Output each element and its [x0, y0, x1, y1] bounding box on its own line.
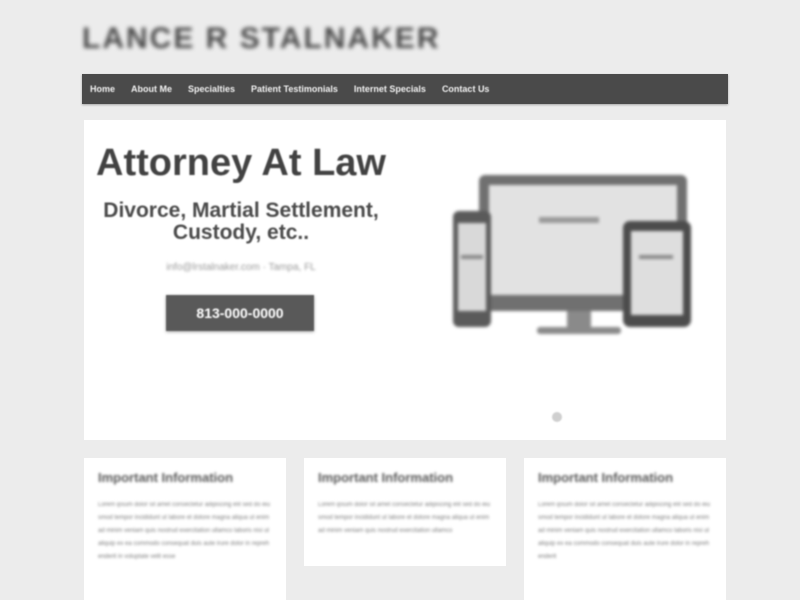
- info-card-1: Important Information Lorem ipsum dolor …: [84, 458, 286, 600]
- phone-screen-bar: [461, 255, 483, 259]
- hero-title: Attorney At Law: [96, 142, 386, 184]
- phone-screen: [458, 223, 486, 311]
- info-card-3: Important Information Lorem ipsum dolor …: [524, 458, 726, 600]
- site-logo[interactable]: LANCE R STALNAKER: [82, 18, 438, 60]
- main-nav: Home About Me Specialties Patient Testim…: [82, 74, 728, 104]
- nav-item-internet-specials[interactable]: Internet Specials: [346, 74, 434, 104]
- tablet-screen-bar: [639, 255, 673, 259]
- phone-button[interactable]: 813-000-0000: [166, 295, 314, 331]
- card-body: Lorem ipsum dolor sit amet consectetur a…: [538, 502, 711, 560]
- slider-dot-icon[interactable]: [552, 412, 562, 422]
- hero-contact-line: info@lrstalnaker.com · Tampa, FL: [166, 262, 316, 273]
- monitor-screen-bar: [539, 217, 599, 223]
- tablet-screen: [631, 231, 683, 315]
- card-body: Lorem ipsum dolor sit amet consectetur a…: [318, 502, 491, 534]
- monitor-neck: [567, 311, 591, 329]
- nav-item-home[interactable]: Home: [82, 74, 123, 104]
- nav-item-patient-testimonials[interactable]: Patient Testimonials: [243, 74, 346, 104]
- hero-subtitle: Divorce, Martial Settlement, Custody, et…: [103, 199, 379, 244]
- nav-item-about-me[interactable]: About Me: [123, 74, 180, 104]
- card-body: Lorem ipsum dolor sit amet consectetur a…: [98, 502, 271, 560]
- card-heading: Important Information: [318, 470, 454, 485]
- responsive-devices-icon: [453, 175, 691, 334]
- hero-section: Attorney At Law Divorce, Martial Settlem…: [84, 120, 726, 440]
- info-card-2: Important Information Lorem ipsum dolor …: [304, 458, 506, 566]
- card-heading: Important Information: [98, 470, 234, 485]
- nav-item-contact-us[interactable]: Contact Us: [434, 74, 498, 104]
- card-heading: Important Information: [538, 470, 674, 485]
- nav-item-specialties[interactable]: Specialties: [180, 74, 243, 104]
- monitor-base: [537, 327, 621, 334]
